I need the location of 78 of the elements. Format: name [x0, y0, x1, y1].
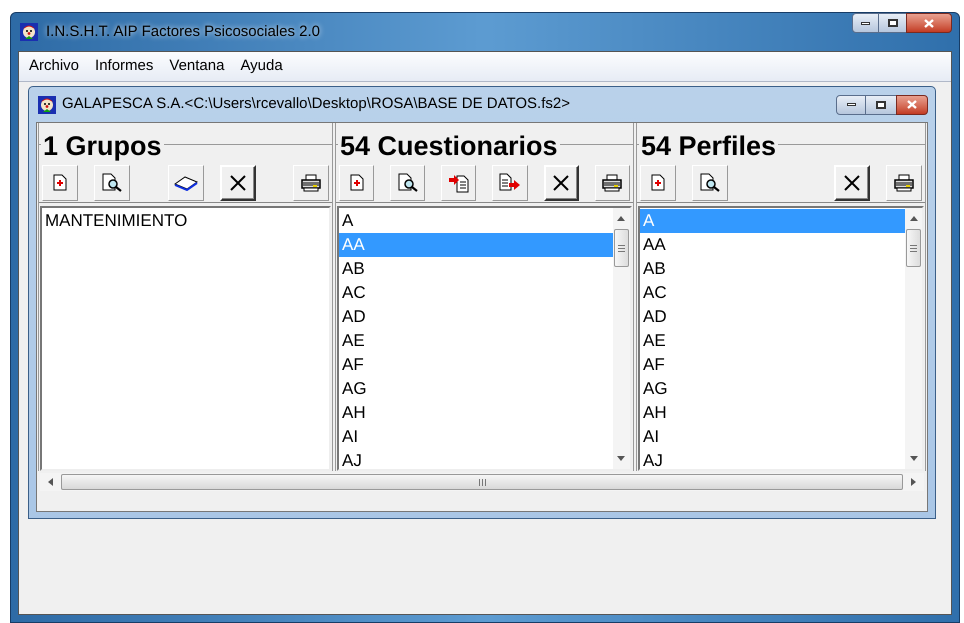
new-document-icon — [650, 174, 665, 191]
scroll-right-icon — [911, 478, 916, 486]
preview-button[interactable] — [94, 164, 130, 200]
scroll-down-icon — [910, 456, 918, 461]
list-item[interactable]: AH — [338, 401, 613, 425]
list-item[interactable]: AD — [338, 305, 613, 329]
x-mark-icon — [843, 174, 861, 192]
close-icon — [924, 18, 934, 28]
arrow-into-document-icon — [448, 172, 470, 192]
printer-icon — [893, 174, 915, 192]
document-magnifier-icon — [398, 173, 418, 192]
menu-item[interactable]: Ayuda — [234, 55, 289, 78]
window-title: I.N.S.H.T. AIP Factores Psicosociales 2.0 — [46, 22, 320, 42]
list-item[interactable]: AB — [338, 257, 613, 281]
list-item[interactable]: A — [338, 209, 613, 233]
new-button[interactable] — [640, 164, 676, 200]
document-magnifier-icon — [102, 173, 122, 192]
close-button[interactable] — [906, 13, 952, 33]
list-item[interactable]: AG — [338, 377, 613, 401]
import-button[interactable] — [441, 164, 476, 200]
new-button[interactable] — [42, 164, 78, 200]
preview-button[interactable] — [390, 164, 426, 200]
list-item[interactable]: AI — [640, 425, 905, 449]
printer-icon — [300, 174, 322, 192]
list-item[interactable]: MANTENIMIENTO — [42, 209, 329, 233]
document-magnifier-icon — [700, 173, 720, 192]
menu-item[interactable]: Ventana — [163, 55, 230, 78]
scrollbar-thumb[interactable] — [906, 229, 921, 267]
print-button[interactable] — [594, 164, 630, 200]
vertical-scrollbar[interactable] — [905, 208, 922, 469]
maximize-button[interactable] — [879, 13, 906, 33]
print-button[interactable] — [886, 164, 922, 200]
printer-icon — [601, 174, 624, 192]
list-item[interactable]: AF — [640, 353, 905, 377]
print-button[interactable] — [293, 164, 329, 200]
list-item[interactable]: AD — [640, 305, 905, 329]
x-mark-icon — [228, 174, 246, 192]
scroll-down-icon — [617, 456, 626, 461]
clown-face-icon — [38, 96, 56, 114]
scrollbar-thumb[interactable] — [614, 229, 629, 267]
scrollbar-thumb[interactable] — [61, 474, 903, 490]
new-button[interactable] — [338, 164, 374, 200]
close-button[interactable] — [896, 94, 928, 114]
maximize-button[interactable] — [866, 94, 896, 114]
delete-button[interactable] — [220, 164, 256, 200]
list-item[interactable]: AC — [338, 281, 613, 305]
new-document-icon — [53, 174, 67, 191]
list-item[interactable]: AF — [338, 353, 613, 377]
list-item[interactable]: AB — [640, 257, 905, 281]
minimize-button[interactable] — [852, 13, 879, 33]
vertical-scrollbar[interactable] — [612, 208, 630, 469]
clown-face-icon — [20, 23, 38, 41]
child-window-title: GALAPESCA S.A.<C:\Users\rcevallo\Desktop\ROSA\BASE DE DATOS.fs2> — [62, 94, 570, 114]
list-item[interactable]: AJ — [640, 449, 905, 473]
minimize-button[interactable] — [836, 94, 866, 114]
menu-item[interactable]: Informes — [89, 55, 160, 78]
close-icon — [907, 100, 917, 109]
list-item[interactable]: AI — [338, 425, 613, 449]
delete-button[interactable] — [834, 164, 870, 200]
preview-button[interactable] — [692, 164, 728, 200]
delete-button[interactable] — [544, 164, 579, 200]
menu-item[interactable]: Archivo — [23, 55, 86, 78]
x-mark-icon — [552, 174, 570, 192]
list-item[interactable]: AE — [640, 329, 905, 353]
book-button[interactable] — [168, 164, 204, 200]
scroll-left-icon — [48, 478, 53, 486]
export-button[interactable] — [492, 164, 528, 200]
list-item[interactable]: AC — [640, 281, 905, 305]
new-document-icon — [350, 174, 364, 191]
scroll-up-icon — [910, 216, 918, 221]
horizontal-scrollbar[interactable] — [40, 473, 924, 491]
arrow-out-of-document-icon — [499, 172, 522, 192]
list-item[interactable]: AE — [338, 329, 613, 353]
list-item[interactable]: AA — [640, 233, 905, 257]
list-item[interactable]: AJ — [338, 449, 613, 473]
list-item[interactable]: AG — [640, 377, 905, 401]
scroll-up-icon — [617, 216, 626, 221]
list-item[interactable]: AH — [640, 401, 905, 425]
